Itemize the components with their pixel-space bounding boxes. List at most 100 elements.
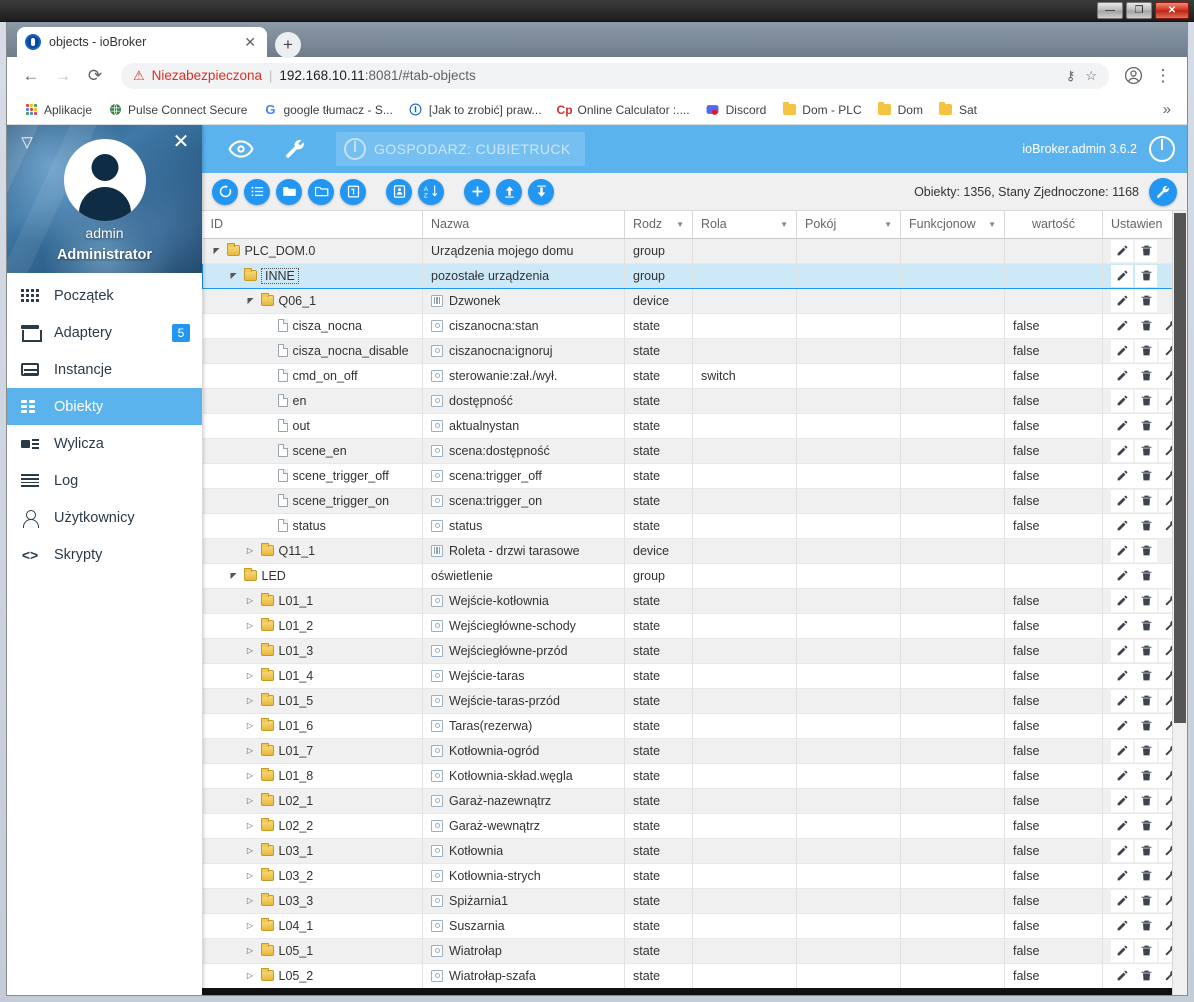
watch-button[interactable] [214,125,268,173]
reload-button[interactable]: ⟳ [81,62,109,90]
bookmark-item[interactable]: G google tłumacz - S... [256,100,399,120]
column-header-id[interactable]: ID [202,211,423,239]
delete-button[interactable] [1135,389,1157,412]
delete-button[interactable] [1135,689,1157,712]
edit-button[interactable] [1111,439,1133,462]
delete-button[interactable] [1135,589,1157,612]
expander-closed-icon[interactable]: ▷ [245,921,256,930]
table-row[interactable]: ▷ L03_3 Spiżarnia1 state false [202,888,1187,914]
table-row[interactable]: scene_trigger_off scena:trigger_off state f… [202,463,1187,489]
expander-closed-icon[interactable]: ▷ [245,546,256,555]
table-row[interactable]: cisza_nocna_disable ciszanocna:ignoruj sta… [202,338,1187,364]
edit-button[interactable] [1111,614,1133,637]
close-window-button[interactable]: ✕ [1155,2,1189,19]
edit-button[interactable] [1111,539,1133,562]
import-button[interactable] [496,178,522,205]
bookmark-item[interactable]: Aplikacje [17,100,99,120]
expander-open-icon[interactable]: ◢ [228,572,239,581]
expander-closed-icon[interactable]: ▷ [245,846,256,855]
column-header-room[interactable]: Pokój ▼ [796,211,901,239]
table-row[interactable]: out aktualnystan state false [202,413,1187,439]
delete-button[interactable] [1135,664,1157,687]
expander-closed-icon[interactable]: ▷ [245,696,256,705]
table-row[interactable]: en dostępność state false [202,388,1187,414]
minimize-button[interactable]: — [1097,2,1123,19]
delete-button[interactable] [1135,939,1157,962]
delete-button[interactable] [1135,539,1157,562]
table-row[interactable]: cmd_on_off sterowanie:zał./wył. state switc… [202,363,1187,389]
delete-button[interactable] [1135,839,1157,862]
expander-closed-icon[interactable]: ▷ [245,821,256,830]
delete-button[interactable] [1135,514,1157,537]
profile-button[interactable] [1119,62,1147,90]
clipboard-button[interactable] [386,178,412,205]
table-row[interactable]: ◢ Q06_1 Dzwonek device [202,288,1187,314]
collapse-caret-icon[interactable]: ▽ [17,132,37,152]
table-row[interactable]: ▷ L01_6 Taras(rezerwa) state false [202,713,1187,739]
expander-closed-icon[interactable]: ▷ [245,771,256,780]
collapse-all-button[interactable] [308,178,334,205]
table-row[interactable]: ▷ Q11_1 Roleta - drzwi tarasowe device [202,538,1187,564]
delete-button[interactable] [1135,739,1157,762]
bookmark-item[interactable]: Pulse Connect Secure [101,100,254,120]
column-header-name[interactable]: Nazwa [422,211,625,239]
sidebar-item-skrypty[interactable]: <> Skrypty [7,536,202,573]
expand-list-button[interactable] [244,178,270,205]
edit-button[interactable] [1111,464,1133,487]
expander-closed-icon[interactable]: ▷ [245,946,256,955]
column-filter-chevron-down-icon[interactable]: ▼ [879,220,892,229]
column-header-func[interactable]: Funkcjonow ▼ [900,211,1005,239]
forward-button[interactable]: → [49,62,77,90]
bookmarks-overflow-button[interactable]: » [1157,101,1177,118]
table-row[interactable]: status status state false [202,513,1187,539]
expand-level-button[interactable] [340,178,366,205]
delete-button[interactable] [1135,364,1157,387]
edit-button[interactable] [1111,764,1133,787]
expander-open-icon[interactable]: ◢ [211,247,222,256]
delete-button[interactable] [1135,964,1157,987]
delete-button[interactable] [1135,614,1157,637]
browser-tab[interactable]: objects - ioBroker ✕ [17,27,267,57]
edit-button[interactable] [1111,839,1133,862]
refresh-button[interactable] [212,178,238,205]
bookmark-item[interactable]: Sat [932,100,984,120]
expander-closed-icon[interactable]: ▷ [245,596,256,605]
expander-closed-icon[interactable]: ▷ [245,721,256,730]
table-row[interactable]: ▷ L02_1 Garaż-nazewnątrz state false [202,788,1187,814]
expander-closed-icon[interactable]: ▷ [245,971,256,980]
bookmark-item[interactable]: Dom - PLC [775,100,868,120]
maximize-button[interactable]: ❐ [1126,2,1152,19]
sidebar-item-poczatek[interactable]: Początek [7,277,202,314]
table-row[interactable]: ▷ L02_2 Garaż-wewnątrz state false [202,813,1187,839]
table-row[interactable]: ▷ L01_4 Wejście-taras state false [202,663,1187,689]
delete-button[interactable] [1135,314,1157,337]
edit-button[interactable] [1111,739,1133,762]
edit-button[interactable] [1111,564,1133,587]
table-row[interactable]: ▷ L01_5 Wejście-taras-przód state false [202,688,1187,714]
bookmark-item[interactable]: [Jak to zrobić] praw... [402,100,549,120]
add-object-button[interactable] [464,178,490,205]
edit-button[interactable] [1111,789,1133,812]
edit-button[interactable] [1111,314,1133,337]
column-filter-chevron-down-icon[interactable]: ▼ [983,220,996,229]
delete-button[interactable] [1135,639,1157,662]
delete-button[interactable] [1135,439,1157,462]
delete-button[interactable] [1135,864,1157,887]
back-button[interactable]: ← [17,62,45,90]
table-row[interactable]: ◢ INNE pozostałe urządzenia group [202,262,1187,289]
key-icon[interactable]: ⚷ [1066,68,1076,84]
delete-button[interactable] [1135,814,1157,837]
edit-button[interactable] [1111,864,1133,887]
new-tab-button[interactable]: + [275,32,301,58]
expander-open-icon[interactable]: ◢ [228,272,239,281]
delete-button[interactable] [1135,289,1157,312]
edit-button[interactable] [1111,664,1133,687]
sort-az-button[interactable]: A Z [418,178,444,205]
objects-table-container[interactable]: ID Nazwa Rodz ▼ Rola ▼ Pokój ▼ Funkcjonow ▼ wartoś… [202,211,1187,995]
delete-button[interactable] [1135,489,1157,512]
sidebar-close-icon[interactable]: ✕ [170,130,192,153]
edit-button[interactable] [1111,339,1133,362]
edit-button[interactable] [1111,239,1133,262]
table-row[interactable]: cisza_nocna ciszanocna:stan state false [202,313,1187,339]
chrome-menu-button[interactable]: ⋮ [1149,62,1177,90]
